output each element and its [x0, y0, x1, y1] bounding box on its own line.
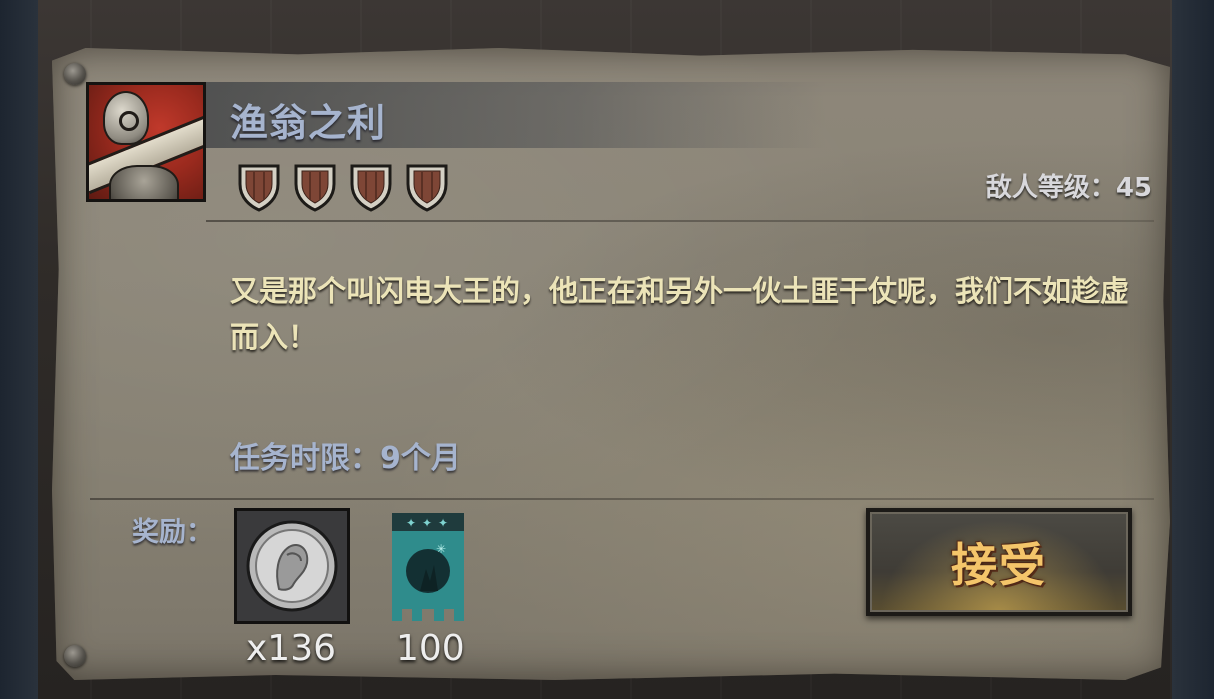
quest-title: 渔翁之利 [230, 101, 387, 145]
difficulty-shields [236, 160, 450, 212]
accept-label: 接受 [951, 538, 1047, 592]
left-frame [0, 0, 38, 699]
quest-time-limit: 任务时限：9个月 [230, 441, 461, 476]
divider [90, 498, 1154, 500]
divider [206, 220, 1154, 222]
nail-icon [64, 645, 86, 667]
reward-quantity: 100 [396, 628, 465, 669]
svg-text:✦: ✦ [422, 516, 432, 530]
nail-icon [64, 63, 86, 85]
accept-button[interactable]: 接受 [866, 508, 1132, 616]
shield-icon [238, 164, 280, 212]
shield-icon [294, 164, 336, 212]
enemy-level: 敌人等级：45 [985, 173, 1152, 203]
svg-text:✳: ✳ [436, 542, 446, 556]
shield-icon [406, 164, 448, 212]
svg-text:✦: ✦ [406, 516, 416, 530]
rewards-label: 奖励： [132, 517, 213, 548]
quest-description: 又是那个叫闪电大王的，他正在和另外一伙土匪干仗呢，我们不如趁虚而入！ [230, 274, 1130, 354]
right-frame [1172, 0, 1214, 699]
shield-icon [350, 164, 392, 212]
enemy-portrait [86, 82, 206, 202]
reward-quantity: x136 [246, 628, 337, 669]
svg-text:✦: ✦ [438, 516, 448, 530]
silver-coin-icon[interactable] [234, 508, 350, 624]
faction-banner-icon[interactable]: ✦ ✦ ✦ ✳ [392, 513, 464, 621]
helmet-icon [103, 91, 149, 145]
